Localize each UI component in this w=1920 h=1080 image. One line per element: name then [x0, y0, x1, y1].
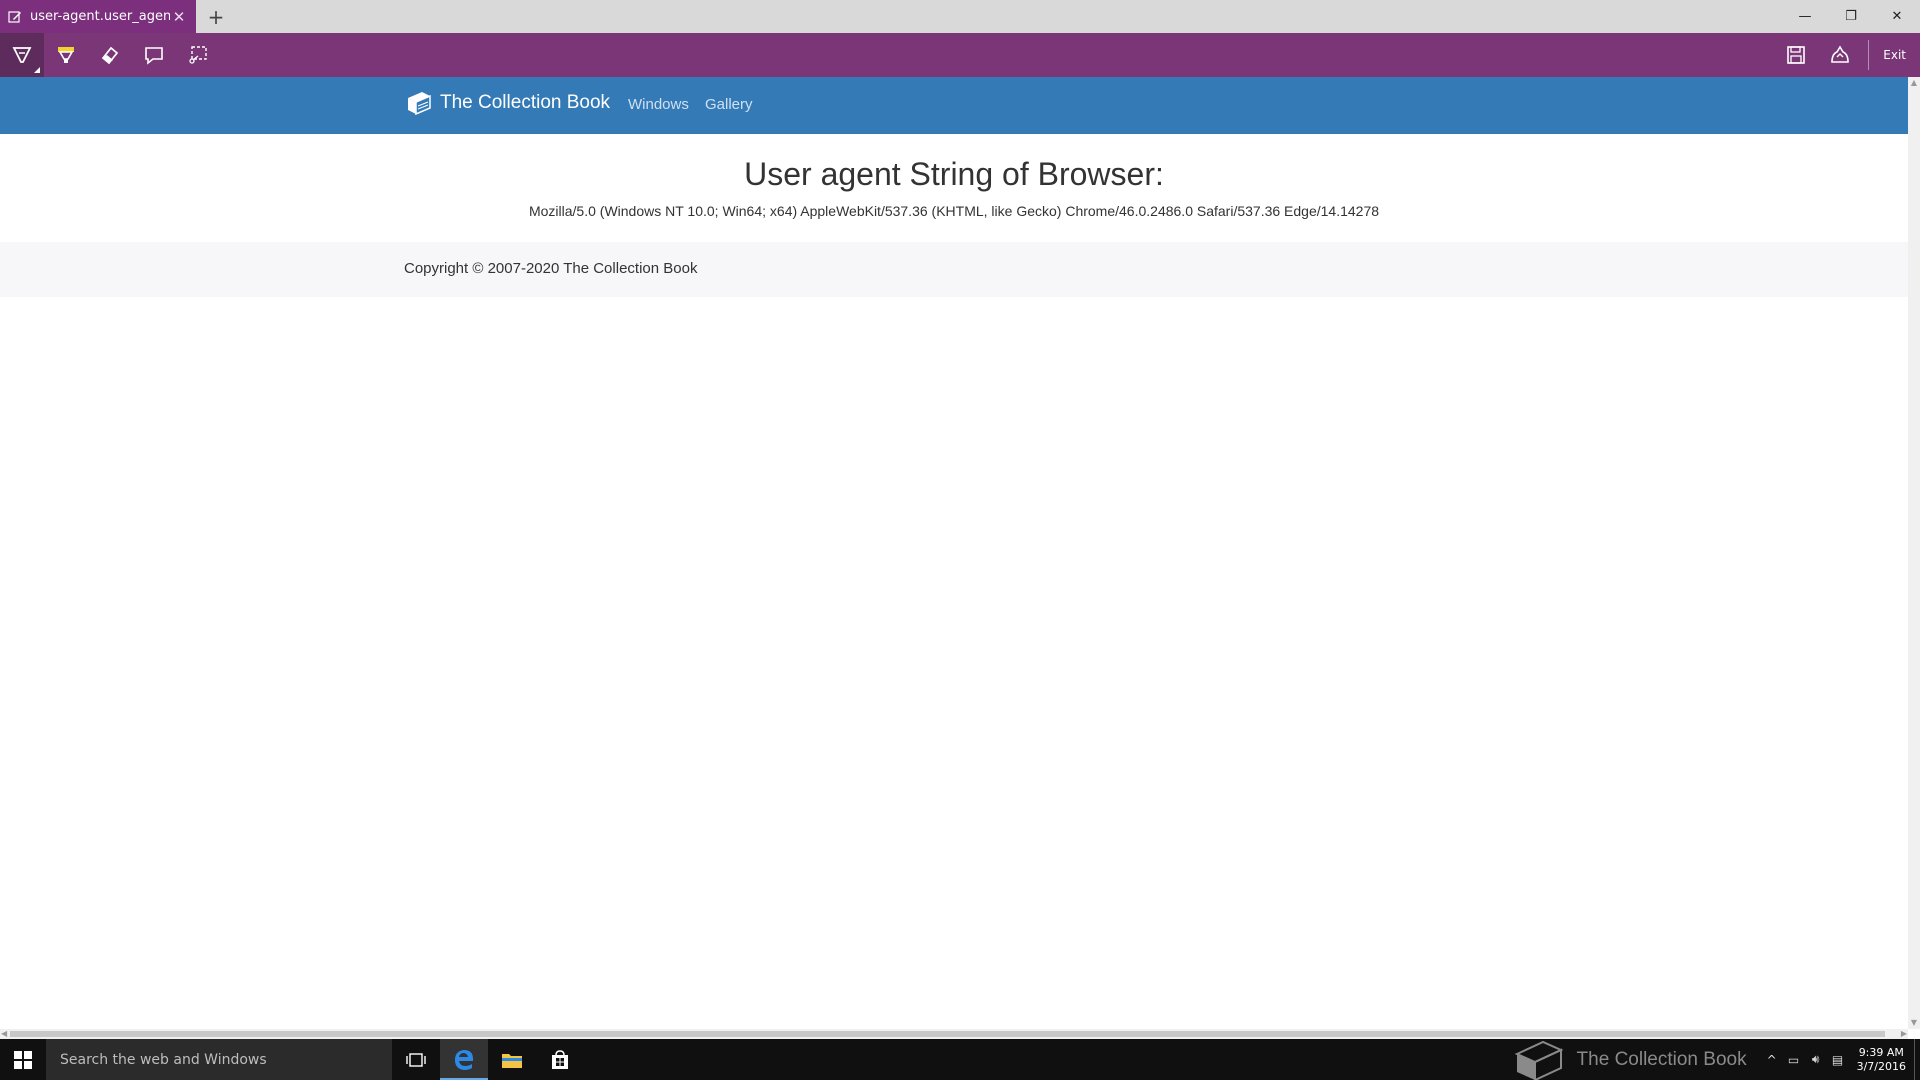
task-view-button[interactable]: [392, 1039, 440, 1080]
brand-name: The Collection Book: [440, 92, 611, 113]
action-center-icon[interactable]: ▤: [1827, 1053, 1849, 1067]
note-toolbar-right: Exit: [1774, 33, 1920, 77]
edge-taskbar-app[interactable]: [440, 1039, 488, 1080]
book-icon: [408, 92, 431, 116]
system-tray: The Collection Book ^ ▭ 🔊︎ ▤ 9:39 AM 3/7…: [1513, 1039, 1920, 1080]
clip-icon: [189, 46, 207, 64]
site-brand[interactable]: The Collection Book: [404, 90, 610, 116]
windows-taskbar: Search the web and Windows The Collectio…: [0, 1039, 1920, 1080]
folder-icon: [502, 1053, 522, 1068]
pen-button[interactable]: [0, 33, 44, 77]
comment-icon: [145, 47, 163, 65]
taskbar-search-box[interactable]: Search the web and Windows: [46, 1039, 392, 1080]
show-desktop-button[interactable]: [1914, 1039, 1920, 1080]
copyright-text: Copyright © 2007-2020 The Collection Boo…: [404, 260, 698, 277]
tab-title: user-agent.user_agent -: [30, 9, 170, 24]
volume-icon[interactable]: 🔊︎: [1805, 1052, 1827, 1067]
clip-button[interactable]: [176, 33, 220, 77]
active-tab[interactable]: user-agent.user_agent - ✕: [0, 0, 196, 33]
eraser-button[interactable]: [88, 33, 132, 77]
browser-tab-bar: user-agent.user_agent - ✕ + — ❐ ✕: [0, 0, 1920, 33]
clock-date: 3/7/2016: [1856, 1059, 1906, 1073]
exit-button[interactable]: Exit: [1875, 48, 1920, 62]
share-note-button[interactable]: [1818, 33, 1862, 77]
windows-logo-icon: [14, 1050, 32, 1069]
web-note-icon: [8, 10, 21, 23]
clock-time: 9:39 AM: [1858, 1045, 1904, 1059]
save-icon: [1787, 46, 1806, 64]
site-footer: Copyright © 2007-2020 The Collection Boo…: [0, 242, 1908, 297]
save-note-button[interactable]: [1774, 33, 1818, 77]
scroll-right-arrow-icon[interactable]: ▶: [1901, 1029, 1907, 1039]
window-controls: — ❐ ✕: [1782, 0, 1920, 33]
toolbar-divider: [1868, 40, 1870, 70]
site-navbar: The Collection Book Windows Gallery: [0, 77, 1908, 134]
watermark-text: The Collection Book: [1576, 1048, 1747, 1070]
tab-close-icon[interactable]: ✕: [170, 8, 188, 26]
taskbar-clock[interactable]: 9:39 AM 3/7/2016: [1849, 1046, 1914, 1074]
store-taskbar-app[interactable]: [536, 1039, 584, 1080]
nav-link-gallery[interactable]: Gallery: [705, 96, 753, 113]
new-tab-button[interactable]: +: [196, 0, 236, 33]
scroll-down-arrow-icon[interactable]: ▼: [1908, 1017, 1920, 1029]
restore-button[interactable]: ❐: [1828, 0, 1874, 33]
page-heading: User agent String of Browser:: [744, 156, 1164, 192]
highlighter-button[interactable]: [44, 33, 88, 77]
book-watermark-icon: [1514, 1040, 1563, 1080]
watermark: The Collection Book: [1513, 1038, 1747, 1080]
network-icon[interactable]: ▭: [1783, 1053, 1805, 1067]
eraser-icon: [101, 46, 119, 65]
web-note-toolbar: Exit: [0, 33, 1920, 77]
highlighter-icon: [58, 47, 74, 63]
horizontal-scroll-thumb[interactable]: [10, 1031, 1885, 1037]
main-content: User agent String of Browser: Mozilla/5.…: [0, 134, 1908, 242]
start-button[interactable]: [0, 1039, 46, 1080]
web-page: The Collection Book Windows Gallery User…: [0, 77, 1908, 1029]
minimize-button[interactable]: —: [1782, 0, 1828, 33]
edge-icon: [455, 1049, 473, 1070]
store-icon: [552, 1049, 568, 1069]
scroll-up-arrow-icon[interactable]: ▲: [1908, 77, 1920, 89]
task-view-icon: [406, 1052, 426, 1067]
add-comment-button[interactable]: [132, 33, 176, 77]
close-window-button[interactable]: ✕: [1874, 0, 1920, 33]
show-hidden-icons-icon[interactable]: ^: [1761, 1053, 1783, 1067]
pen-icon: [12, 47, 32, 63]
scroll-left-arrow-icon[interactable]: ◀: [1, 1029, 7, 1039]
share-icon: [1831, 45, 1850, 63]
user-agent-string: Mozilla/5.0 (Windows NT 10.0; Win64; x64…: [528, 203, 1380, 219]
nav-link-windows[interactable]: Windows: [628, 96, 689, 113]
vertical-scrollbar[interactable]: ▲ ▼: [1908, 77, 1920, 1029]
file-explorer-taskbar-app[interactable]: [488, 1039, 536, 1080]
